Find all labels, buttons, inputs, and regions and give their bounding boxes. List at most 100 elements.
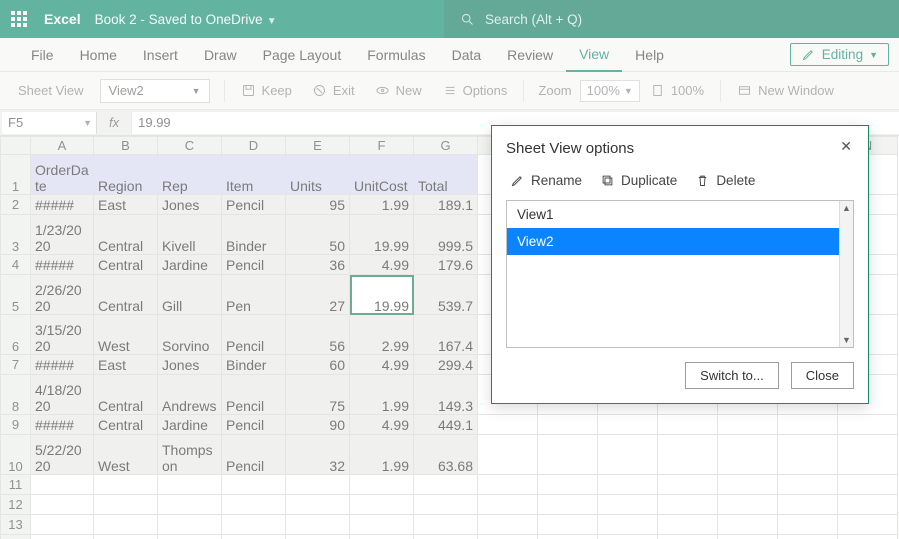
cell[interactable]: ##### (31, 415, 94, 435)
cell[interactable] (478, 495, 538, 515)
tab-formulas[interactable]: Formulas (354, 38, 438, 72)
delete-button[interactable]: Delete (695, 173, 755, 188)
search-box[interactable]: Search (Alt + Q) (444, 0, 899, 38)
tab-home[interactable]: Home (67, 38, 130, 72)
row-header[interactable]: 8 (1, 375, 31, 415)
cell[interactable] (222, 535, 286, 539)
cell[interactable]: Pencil (222, 415, 286, 435)
tab-data[interactable]: Data (439, 38, 495, 72)
cell[interactable]: East (94, 355, 158, 375)
cell[interactable] (414, 535, 478, 539)
cell[interactable] (31, 535, 94, 539)
cell[interactable]: 19.99 (350, 275, 414, 315)
close-dialog-button[interactable]: Close (791, 362, 854, 389)
cell[interactable]: 1.99 (350, 375, 414, 415)
column-header[interactable]: A (31, 137, 94, 155)
sheet-view-dropdown[interactable]: View2 ▼ (100, 79, 210, 103)
tab-draw[interactable]: Draw (191, 38, 250, 72)
cell[interactable] (838, 495, 898, 515)
row-header[interactable]: 4 (1, 255, 31, 275)
cell[interactable] (658, 535, 718, 539)
cell[interactable]: Thompson (158, 435, 222, 475)
app-launcher-icon[interactable] (0, 0, 38, 38)
cell[interactable]: 56 (286, 315, 350, 355)
cell[interactable]: ##### (31, 355, 94, 375)
fx-icon[interactable]: fx (97, 115, 131, 130)
cell[interactable] (598, 475, 658, 495)
cell[interactable]: 4.99 (350, 355, 414, 375)
cell[interactable]: 449.1 (414, 415, 478, 435)
cell[interactable] (158, 495, 222, 515)
column-header[interactable]: E (286, 137, 350, 155)
cell[interactable] (414, 475, 478, 495)
cell[interactable]: 63.68 (414, 435, 478, 475)
cell[interactable] (222, 475, 286, 495)
cell[interactable] (598, 535, 658, 539)
cell[interactable]: Jardine (158, 255, 222, 275)
cell[interactable]: Pencil (222, 315, 286, 355)
cell[interactable]: Total (414, 155, 478, 195)
column-header[interactable]: D (222, 137, 286, 155)
cell[interactable]: Units (286, 155, 350, 195)
cell[interactable]: ##### (31, 195, 94, 215)
cell[interactable]: 2/26/2020 (31, 275, 94, 315)
exit-button[interactable]: Exit (302, 83, 365, 98)
document-title[interactable]: Book 2 - Saved to OneDrive▼ (95, 12, 277, 27)
cell[interactable]: 3/15/2020 (31, 315, 94, 355)
cell[interactable]: 4/18/2020 (31, 375, 94, 415)
cell[interactable]: West (94, 435, 158, 475)
cell[interactable]: UnitCost (350, 155, 414, 195)
row-header[interactable]: 13 (1, 515, 31, 535)
cell[interactable] (778, 475, 838, 495)
list-item[interactable]: View2 (507, 228, 853, 255)
cell[interactable] (838, 515, 898, 535)
cell[interactable] (286, 495, 350, 515)
cell[interactable] (538, 475, 598, 495)
tab-file[interactable]: File (18, 38, 67, 72)
cell[interactable] (478, 435, 538, 475)
cell[interactable]: 75 (286, 375, 350, 415)
cell[interactable]: 299.4 (414, 355, 478, 375)
tab-help[interactable]: Help (622, 38, 677, 72)
row-header[interactable]: 10 (1, 435, 31, 475)
cell[interactable] (31, 515, 94, 535)
cell[interactable] (778, 535, 838, 539)
cell[interactable] (414, 515, 478, 535)
cell[interactable] (598, 495, 658, 515)
cell[interactable] (350, 515, 414, 535)
cell[interactable]: 4.99 (350, 255, 414, 275)
cell[interactable]: Andrews (158, 375, 222, 415)
row-header[interactable]: 7 (1, 355, 31, 375)
cell[interactable] (838, 435, 898, 475)
cell[interactable] (478, 535, 538, 539)
cell[interactable] (158, 515, 222, 535)
row-header[interactable]: 3 (1, 215, 31, 255)
cell[interactable] (778, 495, 838, 515)
cell[interactable]: Central (94, 255, 158, 275)
name-box[interactable]: F5 ▼ (2, 112, 97, 134)
cell[interactable]: ##### (31, 255, 94, 275)
cell[interactable] (478, 475, 538, 495)
new-view-button[interactable]: New (365, 83, 432, 98)
cell[interactable] (658, 415, 718, 435)
duplicate-button[interactable]: Duplicate (600, 173, 677, 188)
cell[interactable]: Pen (222, 275, 286, 315)
cell[interactable] (538, 495, 598, 515)
cell[interactable]: 189.1 (414, 195, 478, 215)
cell[interactable] (718, 495, 778, 515)
cell[interactable]: Gill (158, 275, 222, 315)
cell[interactable] (286, 535, 350, 539)
cell[interactable] (538, 435, 598, 475)
cell[interactable] (478, 415, 538, 435)
tab-insert[interactable]: Insert (130, 38, 191, 72)
row-header[interactable]: 2 (1, 195, 31, 215)
cell[interactable]: 1.99 (350, 195, 414, 215)
rename-button[interactable]: Rename (510, 173, 582, 188)
cell[interactable] (350, 535, 414, 539)
zoom-100-button[interactable]: 100% (640, 83, 714, 98)
cell[interactable]: 539.7 (414, 275, 478, 315)
cell[interactable] (778, 515, 838, 535)
cell[interactable] (350, 475, 414, 495)
cell[interactable] (718, 415, 778, 435)
cell[interactable] (414, 495, 478, 515)
